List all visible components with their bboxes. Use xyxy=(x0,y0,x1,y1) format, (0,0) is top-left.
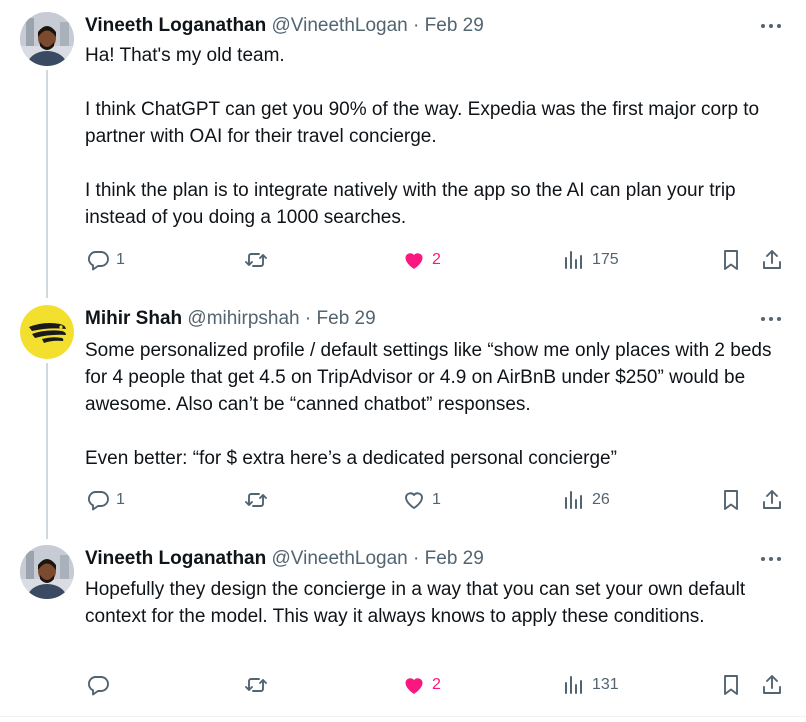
separator-dot: · xyxy=(413,548,420,569)
tweet[interactable]: Vineeth Loganathan @VineethLogan · Feb 2… xyxy=(0,0,806,298)
reply-button[interactable] xyxy=(86,670,116,700)
bookmark-icon xyxy=(724,675,738,695)
tweet-paragraph: Ha! That's my old team. xyxy=(85,45,285,66)
separator-dot: · xyxy=(413,15,420,36)
like-count: 1 xyxy=(432,491,441,508)
retweet-icon xyxy=(245,678,267,692)
share-icon xyxy=(763,250,781,269)
action-bar: 1 1 26 xyxy=(0,485,806,515)
reply-icon xyxy=(87,676,109,696)
tweet-paragraph: I think ChatGPT can get you 90% of the w… xyxy=(85,99,760,147)
more-horizontal-icon[interactable] xyxy=(758,547,784,571)
retweet-button[interactable] xyxy=(244,485,274,515)
bookmark-button[interactable] xyxy=(719,485,743,515)
share-button[interactable] xyxy=(760,670,784,700)
reply-button[interactable]: 1 xyxy=(86,245,125,275)
retweet-button[interactable] xyxy=(244,245,274,275)
author-handle[interactable]: @mihirpshah xyxy=(187,308,299,329)
tweet-paragraph: Even better: “for $ extra here’s a dedic… xyxy=(85,448,617,469)
views-icon xyxy=(565,251,582,269)
bookmark-button[interactable] xyxy=(719,245,743,275)
like-count: 2 xyxy=(432,676,441,693)
retweet-button[interactable] xyxy=(244,670,274,700)
views-button[interactable]: 26 xyxy=(562,485,610,515)
author-name[interactable]: Vineeth Loganathan xyxy=(85,15,266,36)
views-count: 26 xyxy=(592,491,610,508)
separator-dot: · xyxy=(304,308,312,329)
heart-icon xyxy=(405,678,423,694)
share-button[interactable] xyxy=(760,485,784,515)
tweet-text: Ha! That's my old team. I think ChatGPT … xyxy=(85,42,785,231)
avatar[interactable] xyxy=(20,545,74,599)
tweet-text: Some personalized profile / default sett… xyxy=(85,337,785,472)
tweet-paragraph: Some personalized profile / default sett… xyxy=(85,340,772,415)
tweet[interactable]: Mihir Shah @mihirpshah · Feb 29 Some per… xyxy=(0,293,806,539)
like-button[interactable]: 1 xyxy=(402,485,441,515)
tweet-header: Vineeth Loganathan @VineethLogan · Feb 2… xyxy=(85,14,484,38)
tweet[interactable]: Vineeth Loganathan @VineethLogan · Feb 2… xyxy=(0,533,806,716)
bookmark-icon xyxy=(724,250,738,270)
reply-count: 1 xyxy=(116,251,125,268)
heart-icon xyxy=(405,492,423,509)
like-count: 2 xyxy=(432,251,441,268)
divider xyxy=(0,716,806,717)
tweet-date[interactable]: Feb 29 xyxy=(317,308,376,329)
author-handle[interactable]: @VineethLogan xyxy=(272,15,408,36)
like-button[interactable]: 2 xyxy=(402,670,441,700)
more-horizontal-icon[interactable] xyxy=(758,307,784,331)
tweet-paragraph: Hopefully they design the concierge in a… xyxy=(85,579,746,627)
views-icon xyxy=(565,676,582,694)
tweet-paragraph: I think the plan is to integrate nativel… xyxy=(85,180,736,228)
views-count: 131 xyxy=(592,676,619,693)
views-count: 175 xyxy=(592,251,619,268)
action-bar: 2 131 xyxy=(0,670,806,700)
retweet-icon xyxy=(245,253,267,267)
share-icon xyxy=(763,675,781,694)
views-button[interactable]: 175 xyxy=(562,245,619,275)
reply-button[interactable]: 1 xyxy=(86,485,125,515)
bookmark-button[interactable] xyxy=(719,670,743,700)
like-button[interactable]: 2 xyxy=(402,245,441,275)
views-button[interactable]: 131 xyxy=(562,670,619,700)
reply-icon xyxy=(87,491,109,511)
bookmark-icon xyxy=(724,490,738,510)
author-handle[interactable]: @VineethLogan xyxy=(272,548,408,569)
tweet-date[interactable]: Feb 29 xyxy=(425,548,484,569)
tweet-header: Mihir Shah @mihirpshah · Feb 29 xyxy=(85,307,376,331)
reply-icon xyxy=(87,251,109,271)
views-icon xyxy=(565,491,582,509)
tweet-text: Hopefully they design the concierge in a… xyxy=(85,576,785,630)
avatar[interactable] xyxy=(20,305,74,359)
more-horizontal-icon[interactable] xyxy=(758,14,784,38)
tweet-date[interactable]: Feb 29 xyxy=(425,15,484,36)
action-bar: 1 2 175 xyxy=(0,245,806,275)
heart-icon xyxy=(405,253,423,269)
share-icon xyxy=(763,490,781,509)
reply-count: 1 xyxy=(116,491,125,508)
share-button[interactable] xyxy=(760,245,784,275)
author-name[interactable]: Mihir Shah xyxy=(85,308,182,329)
author-name[interactable]: Vineeth Loganathan xyxy=(85,548,266,569)
retweet-icon xyxy=(245,493,267,507)
tweet-header: Vineeth Loganathan @VineethLogan · Feb 2… xyxy=(85,547,484,571)
avatar[interactable] xyxy=(20,12,74,66)
